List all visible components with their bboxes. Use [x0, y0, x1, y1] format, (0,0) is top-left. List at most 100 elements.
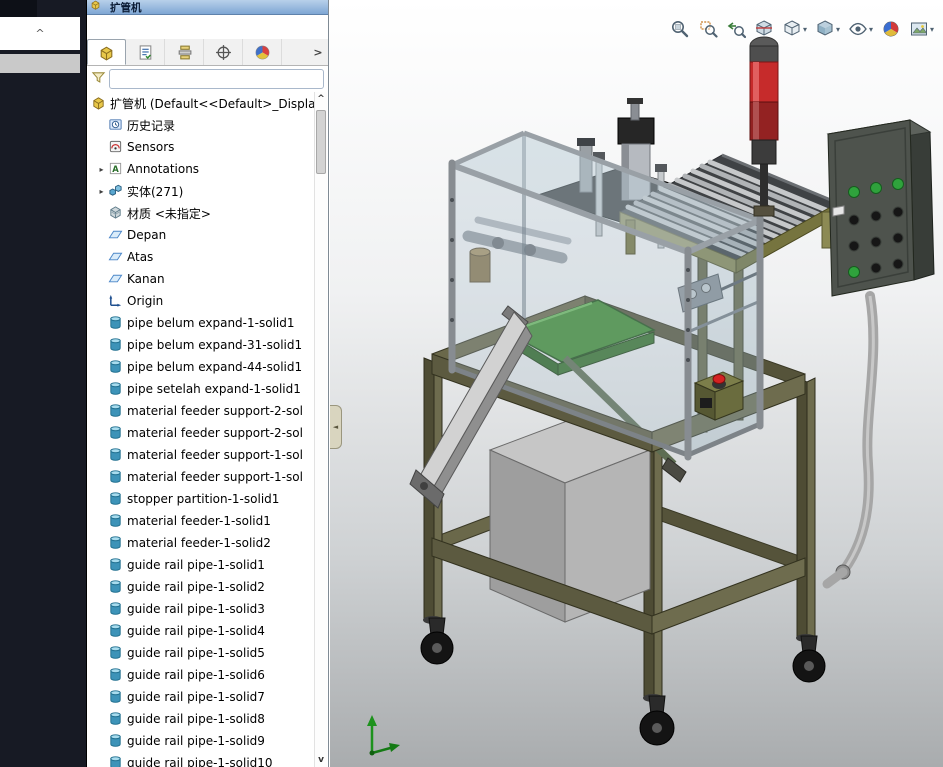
- configurationmanager-tab[interactable]: [165, 39, 204, 65]
- chevron-down-icon[interactable]: ▾: [930, 25, 934, 34]
- history-icon: [108, 117, 124, 133]
- tree-item[interactable]: Sensors: [87, 136, 314, 158]
- tree-item-label: material feeder support-1-sol: [127, 470, 303, 484]
- tree-item[interactable]: ▸AAnnotations: [87, 158, 314, 180]
- collapse-arrow-icon: ◄: [333, 423, 338, 431]
- tree-item[interactable]: Atas: [87, 246, 314, 268]
- filter-input[interactable]: [109, 69, 324, 89]
- tree-item[interactable]: material feeder-1-solid1: [87, 510, 314, 532]
- apply-scene-button[interactable]: ▾: [906, 16, 937, 42]
- previous-view-button[interactable]: [723, 16, 749, 42]
- tree-item-label: guide rail pipe-1-solid2: [127, 580, 265, 594]
- tree-item[interactable]: guide rail pipe-1-solid3: [87, 598, 314, 620]
- tree-item-label: guide rail pipe-1-solid6: [127, 668, 265, 682]
- tree-item[interactable]: guide rail pipe-1-solid8: [87, 708, 314, 730]
- tree-item-label: guide rail pipe-1-solid4: [127, 624, 265, 638]
- expand-arrow-icon[interactable]: ▸: [95, 187, 108, 196]
- tree-item[interactable]: 历史记录: [87, 114, 314, 136]
- tree-item[interactable]: guide rail pipe-1-solid7: [87, 686, 314, 708]
- tree-item[interactable]: material feeder support-1-sol: [87, 466, 314, 488]
- solid-icon: [108, 645, 124, 661]
- tree-item-label: material feeder-1-solid1: [127, 514, 271, 528]
- zoom-area-button[interactable]: [695, 16, 721, 42]
- tree-item[interactable]: 材质 <未指定>: [87, 202, 314, 224]
- tree-item[interactable]: guide rail pipe-1-solid2: [87, 576, 314, 598]
- displaymanager-tab[interactable]: [243, 39, 282, 65]
- tree-item-label: 实体(271): [127, 183, 183, 200]
- tree-item[interactable]: ▸ 实体(271): [87, 180, 314, 202]
- tree-scrollbar[interactable]: ^ v: [314, 92, 327, 767]
- solid-icon: [108, 623, 124, 639]
- tree-item-label: 扩管机 (Default<<Default>_Displa: [110, 95, 314, 112]
- machine-3d-model[interactable]: [330, 0, 943, 767]
- dock-item[interactable]: [0, 54, 80, 73]
- solid-icon: [108, 513, 124, 529]
- tree-item-label: pipe setelah expand-1-solid1: [127, 382, 301, 396]
- panel-collapse-tab[interactable]: ◄: [330, 405, 342, 449]
- chevron-down-icon[interactable]: ▾: [803, 25, 807, 34]
- solids-folder-icon: [108, 183, 124, 199]
- tree-item[interactable]: Kanan: [87, 268, 314, 290]
- zoom-fit-button[interactable]: [667, 16, 693, 42]
- hide-show-button[interactable]: ▾: [845, 16, 876, 42]
- solid-icon: [108, 535, 124, 551]
- scroll-thumb[interactable]: [316, 110, 326, 174]
- tree-item-label: guide rail pipe-1-solid5: [127, 646, 265, 660]
- tree-item[interactable]: guide rail pipe-1-solid5: [87, 642, 314, 664]
- chevron-down-icon[interactable]: ▾: [869, 25, 873, 34]
- caster-wheels[interactable]: [421, 616, 825, 745]
- tree-item-label: Sensors: [127, 140, 174, 154]
- tree-item[interactable]: material feeder support-2-sol: [87, 422, 314, 444]
- tree-item[interactable]: guide rail pipe-1-solid10: [87, 752, 314, 767]
- control-panel-box[interactable]: [828, 120, 934, 296]
- tree-item-label: Annotations: [127, 162, 199, 176]
- propertymanager-tab[interactable]: [126, 39, 165, 65]
- shelf-right-beam[interactable]: [652, 558, 805, 634]
- tree-item[interactable]: pipe belum expand-31-solid1: [87, 334, 314, 356]
- tree-item[interactable]: stopper partition-1-solid1: [87, 488, 314, 510]
- tree-item[interactable]: guide rail pipe-1-solid9: [87, 730, 314, 752]
- section-view-button[interactable]: [751, 16, 777, 42]
- expand-arrow-icon[interactable]: ▸: [95, 165, 108, 174]
- tree-item-label: stopper partition-1-solid1: [127, 492, 279, 506]
- conduit-pipe[interactable]: [827, 296, 873, 584]
- tab-overflow-button[interactable]: >: [308, 39, 328, 65]
- edit-appearance-button[interactable]: [878, 16, 904, 42]
- tree-item-label: pipe belum expand-31-solid1: [127, 338, 302, 352]
- graphics-area[interactable]: ▾ ▾ ▾ ▾: [330, 0, 943, 767]
- scroll-up-arrow-icon[interactable]: ^: [315, 92, 327, 106]
- chevron-down-icon[interactable]: ▾: [836, 25, 840, 34]
- solid-icon: [108, 403, 124, 419]
- tree-item[interactable]: 扩管机 (Default<<Default>_Displa: [87, 92, 314, 114]
- solid-icon: [108, 557, 124, 573]
- tree-item[interactable]: Depan: [87, 224, 314, 246]
- tree-item[interactable]: pipe belum expand-44-solid1: [87, 356, 314, 378]
- tree-item-label: Atas: [127, 250, 153, 264]
- solid-icon: [108, 755, 124, 767]
- tree-item[interactable]: guide rail pipe-1-solid4: [87, 620, 314, 642]
- tree-item[interactable]: guide rail pipe-1-solid6: [87, 664, 314, 686]
- part-icon: [91, 95, 107, 111]
- filter-funnel-icon[interactable]: [91, 70, 106, 88]
- tree-item[interactable]: guide rail pipe-1-solid1: [87, 554, 314, 576]
- document-title-bar[interactable]: 扩管机: [87, 0, 328, 15]
- tree-item[interactable]: material feeder-1-solid2: [87, 532, 314, 554]
- scroll-down-arrow-icon[interactable]: v: [315, 753, 327, 767]
- dimxpertmanager-tab[interactable]: [204, 39, 243, 65]
- solid-icon: [108, 491, 124, 507]
- tree-item[interactable]: material feeder support-1-sol: [87, 444, 314, 466]
- view-orientation-button[interactable]: ▾: [779, 16, 810, 42]
- tree-item[interactable]: material feeder support-2-sol: [87, 400, 314, 422]
- tree-item[interactable]: Origin: [87, 290, 314, 312]
- tree-item[interactable]: pipe setelah expand-1-solid1: [87, 378, 314, 400]
- dock-collapse-chevron[interactable]: ^: [0, 17, 80, 50]
- tree-item[interactable]: pipe belum expand-1-solid1: [87, 312, 314, 334]
- solid-icon: [108, 447, 124, 463]
- featuremanager-tab[interactable]: [87, 39, 126, 65]
- solid-icon: [108, 579, 124, 595]
- display-style-button[interactable]: ▾: [812, 16, 843, 42]
- tree-item-label: material feeder support-2-sol: [127, 426, 303, 440]
- tree-item-label: pipe belum expand-44-solid1: [127, 360, 302, 374]
- tree-item-label: guide rail pipe-1-solid9: [127, 734, 265, 748]
- orientation-triad: [360, 711, 406, 761]
